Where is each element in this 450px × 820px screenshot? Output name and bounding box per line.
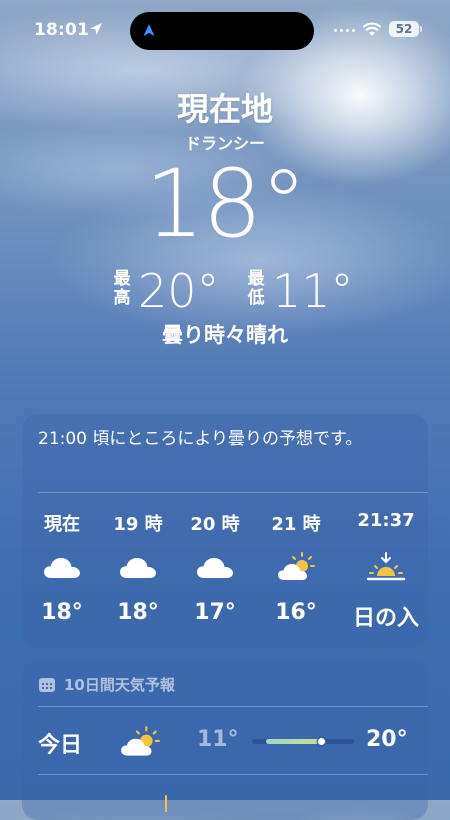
- forecast-summary: 21:00 頃にところにより曇りの予想です。: [38, 429, 363, 449]
- divider: [38, 774, 428, 775]
- day-low-temp: 11°: [197, 727, 239, 752]
- hour-label: 21 時: [271, 514, 321, 535]
- hour-temp: 17°: [194, 600, 236, 625]
- divider: [38, 706, 428, 707]
- hourly-item: 19 時 18°: [98, 506, 178, 636]
- hour-label: 現在: [44, 514, 80, 535]
- hour-temp: 18°: [117, 600, 159, 625]
- ten-day-forecast-card[interactable]: 10日間天気予報 今日 11° 20°: [22, 660, 428, 820]
- high-low: 最高 20° 最低 11°: [0, 262, 450, 320]
- status-time: 18:01: [34, 20, 90, 40]
- location-arrow-icon: [90, 23, 102, 35]
- divider: [38, 492, 428, 493]
- hour-label: 19 時: [113, 514, 163, 535]
- low-temp: 11°: [272, 264, 354, 318]
- hourly-item: 現在 18°: [22, 506, 102, 636]
- condition-text: 曇り時々晴れ: [162, 323, 288, 347]
- high-label: 最高: [113, 269, 131, 308]
- hour-temp: 18°: [41, 600, 83, 625]
- sun-icon: [165, 795, 167, 812]
- hourly-forecast-card[interactable]: 21:00 頃にところにより曇りの予想です。 現在 18° 19 時 18° 2…: [22, 414, 428, 648]
- low-label: 最低: [247, 269, 265, 308]
- current-temperature: 18°: [144, 150, 308, 259]
- cellular-signal-icon: [334, 29, 355, 32]
- partly-sunny-icon: [121, 726, 160, 756]
- cloud-icon: [120, 558, 156, 578]
- high-temp: 20°: [138, 264, 220, 318]
- wifi-icon: [362, 22, 382, 36]
- hour-label: 20 時: [190, 514, 240, 535]
- hourly-item: 21 時 16°: [256, 506, 336, 636]
- ten-day-header: 10日間天気予報: [38, 674, 175, 695]
- calendar-icon: [39, 677, 55, 692]
- hour-temp: 日の入: [352, 606, 419, 631]
- location-title: 現在地: [176, 90, 273, 128]
- partly-sunny-icon: [278, 552, 315, 580]
- cloud-icon: [44, 558, 80, 578]
- temperature-range-bar: [252, 738, 354, 745]
- ten-day-title: 10日間天気予報: [64, 676, 175, 694]
- day-label: 今日: [38, 733, 83, 758]
- hour-temp: 16°: [275, 600, 317, 625]
- battery-indicator: 52: [389, 21, 419, 37]
- cloud-icon: [197, 558, 233, 578]
- day-high-temp: 20°: [366, 727, 408, 752]
- navigation-arrow-icon: [143, 24, 155, 36]
- hour-label: 21:37: [357, 510, 415, 531]
- status-bar: 18:01 52: [0, 0, 450, 58]
- battery-cap: [420, 26, 422, 32]
- hourly-item: 21:37 日の入: [346, 506, 426, 636]
- dynamic-island: [130, 12, 314, 50]
- current-temp-dot: [317, 738, 325, 745]
- hourly-item: 20 時 17°: [175, 506, 255, 636]
- sunset-icon: [366, 552, 406, 581]
